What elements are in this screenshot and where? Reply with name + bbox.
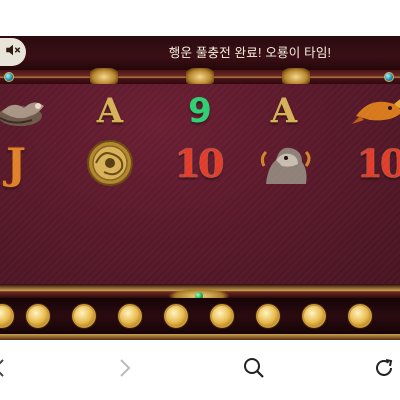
browser-nav-bar — [0, 340, 400, 400]
coin-slot — [118, 304, 142, 328]
reload-icon — [372, 356, 396, 385]
forward-button[interactable] — [110, 356, 138, 384]
symbol-10: 10 — [174, 140, 225, 186]
gem-icon — [384, 72, 394, 82]
speaker-muted-icon — [4, 41, 22, 64]
coin-medallion-icon — [82, 138, 138, 188]
reload-button[interactable] — [370, 356, 398, 384]
slot-reels[interactable]: A 9 A J 10 10 — [0, 84, 400, 286]
chevron-left-icon — [0, 356, 12, 385]
announcement-text: 행운 풀충전 완료! 오룡이 타임! — [168, 46, 332, 60]
gem-icon — [4, 72, 14, 82]
golden-carp-icon — [350, 86, 400, 136]
symbol-a: A — [270, 91, 298, 131]
symbol-10: 10 — [356, 140, 400, 186]
coin-slot — [164, 304, 188, 328]
back-button[interactable] — [0, 356, 14, 384]
coin-slot — [348, 304, 372, 328]
coin-slot — [302, 304, 326, 328]
symbol-j: J — [6, 138, 26, 188]
search-button[interactable] — [240, 356, 268, 384]
coin-slot — [26, 304, 50, 328]
coin-slot — [0, 304, 14, 328]
coin-slot — [256, 304, 280, 328]
guardian-lion-icon — [258, 138, 314, 188]
dragon-icon — [0, 86, 50, 136]
sound-toggle-button[interactable] — [0, 38, 26, 66]
coin-slot — [72, 304, 96, 328]
coin-slot — [210, 304, 234, 328]
symbol-9: 9 — [188, 91, 212, 131]
search-icon — [242, 356, 266, 385]
symbol-a: A — [96, 91, 124, 131]
status-area — [0, 0, 400, 36]
announcement-bar: 행운 풀충전 완료! 오룡이 타임! — [0, 36, 400, 70]
reel-frame-top — [0, 68, 400, 86]
chevron-right-icon — [112, 356, 136, 385]
coin-rail — [0, 298, 400, 334]
